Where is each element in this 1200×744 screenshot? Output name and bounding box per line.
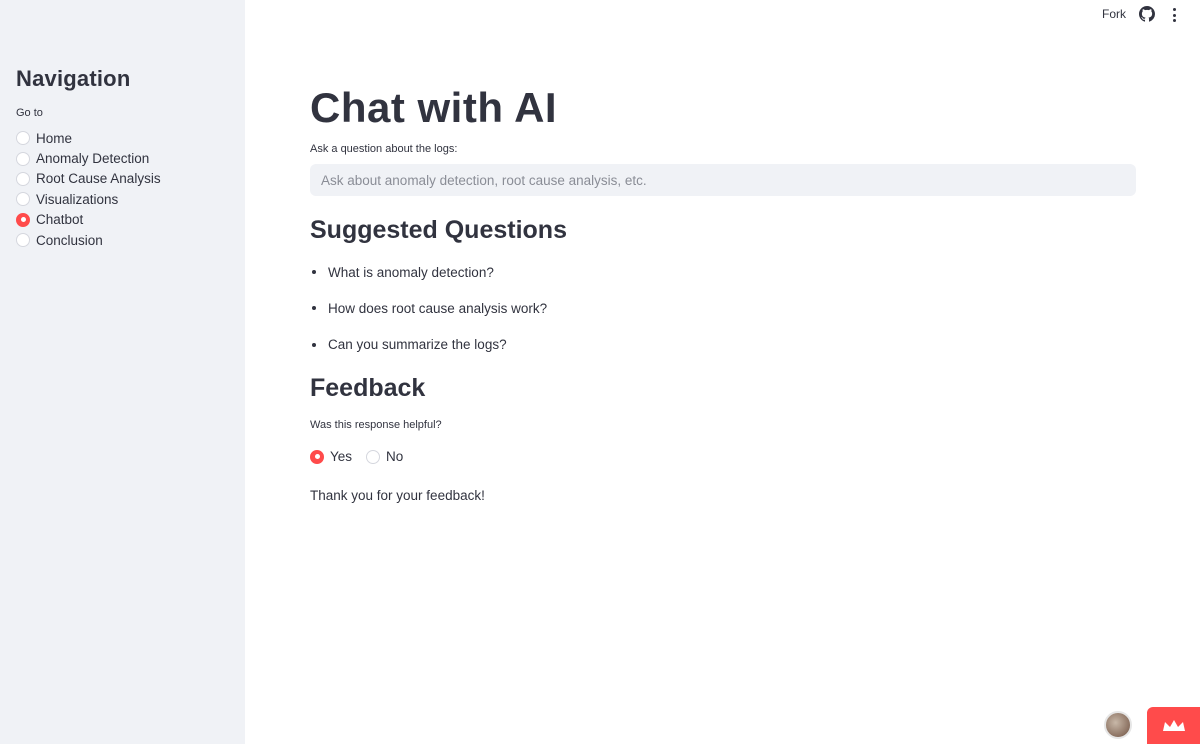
kebab-dot (1172, 19, 1176, 22)
nav-option-home[interactable]: Home (16, 128, 161, 148)
list-item: How does root cause analysis work? (310, 298, 547, 318)
suggested-questions-heading: Suggested Questions (310, 216, 567, 244)
radio-button[interactable] (16, 131, 30, 146)
nav-option-label: Visualizations (36, 191, 119, 207)
github-icon-svg (1139, 6, 1155, 22)
app-root: Navigation Go to Home Anomaly Detection … (0, 0, 1200, 744)
nav-option-label: Chatbot (36, 212, 84, 228)
nav-option-label: Root Cause Analysis (36, 171, 161, 187)
radio-button[interactable] (366, 449, 381, 464)
sidebar: Navigation Go to Home Anomaly Detection … (0, 0, 245, 744)
fork-button[interactable]: Fork (1102, 7, 1126, 21)
nav-option-label: Conclusion (36, 232, 103, 248)
kebab-menu-icon[interactable] (1167, 7, 1181, 23)
github-icon[interactable] (1139, 6, 1155, 22)
list-item: Can you summarize the logs? (310, 335, 547, 355)
radio-button-selected[interactable] (310, 449, 324, 464)
kebab-dot (1172, 8, 1176, 11)
radio-button-selected[interactable] (16, 212, 30, 227)
crown-icon (1162, 719, 1185, 731)
bullet-icon (312, 306, 316, 311)
nav-radio-group: Home Anomaly Detection Root Cause Analys… (16, 128, 161, 250)
question-input-label: Ask a question about the logs: (310, 143, 458, 155)
nav-option-conclusion[interactable]: Conclusion (16, 230, 161, 250)
nav-option-chatbot[interactable]: Chatbot (16, 210, 161, 230)
nav-option-label: Home (36, 130, 73, 146)
feedback-radio-group: Yes No (310, 449, 417, 464)
feedback-option-yes[interactable]: Yes (310, 449, 352, 464)
page-title: Chat with AI (310, 84, 558, 131)
sidebar-title: Navigation (16, 66, 131, 91)
suggested-question-text: What is anomaly detection? (328, 264, 494, 280)
feedback-option-label: Yes (330, 449, 353, 464)
radio-button[interactable] (16, 233, 30, 248)
feedback-question-label: Was this response helpful? (310, 419, 442, 431)
feedback-thanks-message: Thank you for your feedback! (310, 488, 485, 503)
nav-option-root-cause-analysis[interactable]: Root Cause Analysis (16, 169, 161, 189)
nav-option-label: Anomaly Detection (36, 151, 150, 167)
suggested-question-text: Can you summarize the logs? (328, 337, 507, 353)
feedback-option-label: No (386, 449, 404, 464)
nav-radio-label: Go to (16, 107, 43, 119)
list-item: What is anomaly detection? (310, 262, 547, 282)
bullet-icon (312, 342, 316, 347)
radio-button[interactable] (16, 192, 30, 207)
radio-button[interactable] (16, 171, 30, 186)
feedback-option-no[interactable]: No (366, 449, 403, 464)
bullet-icon (312, 270, 316, 274)
question-input[interactable] (310, 164, 1136, 196)
nav-option-anomaly-detection[interactable]: Anomaly Detection (16, 148, 161, 168)
suggested-questions-list: What is anomaly detection? How does root… (310, 262, 547, 371)
streamlit-crown-icon[interactable] (1147, 707, 1200, 744)
feedback-heading: Feedback (310, 374, 426, 402)
avatar[interactable] (1104, 711, 1132, 739)
radio-button[interactable] (16, 151, 30, 166)
kebab-dot (1172, 13, 1176, 17)
suggested-question-text: How does root cause analysis work? (328, 300, 548, 316)
nav-option-visualizations[interactable]: Visualizations (16, 189, 161, 209)
